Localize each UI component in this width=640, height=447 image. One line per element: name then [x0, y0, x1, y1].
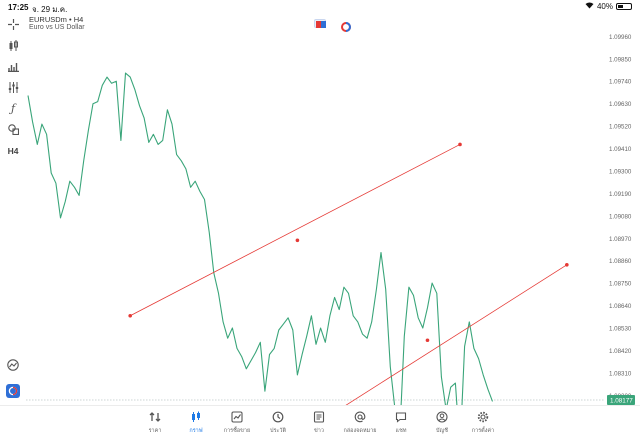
nav-label: กล่องจดหมาย — [343, 428, 377, 434]
price-tick-label: 1.09740 — [609, 79, 632, 86]
status-bar: 17:25 จ. 29 ม.ค. 40% — [0, 0, 640, 14]
trendline-anchor — [565, 262, 569, 267]
price-tick-label: 1.09630 — [609, 101, 632, 108]
indicators-icon[interactable] — [6, 80, 20, 94]
battery-percent: 40% — [596, 2, 613, 11]
nav-item-settings[interactable]: การตั้งค่า — [461, 410, 505, 435]
account-icon — [420, 410, 464, 424]
price-tick-label: 1.09960 — [609, 34, 632, 41]
price-tick-label: 1.09410 — [609, 146, 632, 153]
left-toolbar: ƒ H4 — [0, 14, 26, 404]
price-tick-label: 1.08860 — [609, 258, 632, 265]
price-chart[interactable]: 1.09960 1.09850 1.09740 1.09630 1.09520 1.094… — [26, 14, 640, 424]
price-tick-label: 1.09520 — [609, 124, 632, 131]
nav-label: การซื้อขาย — [223, 428, 251, 434]
chart-history-icon[interactable] — [6, 358, 20, 372]
history-icon — [256, 410, 300, 424]
crosshair-icon[interactable] — [6, 17, 20, 31]
nav-label: แชท — [395, 428, 407, 434]
news-icon — [297, 410, 341, 424]
price-tick-label: 1.08640 — [609, 303, 632, 310]
nav-item-mailbox[interactable]: กล่องจดหมาย — [338, 410, 382, 435]
settings-icon — [461, 410, 505, 424]
nav-item-trade[interactable]: การซื้อขาย — [215, 410, 259, 435]
nav-item-news[interactable]: ข่าว — [297, 410, 341, 435]
nav-label: บัญชี — [436, 428, 448, 434]
price-tick-label: 1.09080 — [609, 213, 632, 220]
price-tick-label: 1.08420 — [609, 348, 632, 355]
trendline-anchor — [458, 142, 462, 147]
wifi-icon — [585, 2, 594, 11]
nav-item-account[interactable]: บัญชี — [420, 410, 464, 435]
nav-label: การตั้งค่า — [471, 428, 495, 434]
price-tick-label: 1.08750 — [609, 281, 632, 288]
price-axis: 1.09960 1.09850 1.09740 1.09630 1.09520 1.094… — [609, 34, 632, 400]
chat-icon — [379, 410, 423, 424]
battery-fill — [618, 5, 623, 8]
nav-item-quotes[interactable]: ราคา — [133, 410, 177, 435]
nav-label: ข่าว — [314, 428, 324, 434]
nav-item-history[interactable]: ประวัติ — [256, 410, 300, 435]
current-price-value: 1.08177 — [610, 398, 633, 405]
candles-icon[interactable] — [6, 38, 20, 52]
mailbox-icon — [338, 410, 382, 424]
nav-item-chat[interactable]: แชท — [379, 410, 423, 435]
objects-icon[interactable] — [6, 122, 20, 136]
price-tick-label: 1.09850 — [609, 56, 632, 63]
price-tick-label: 1.08310 — [609, 370, 632, 377]
status-right: 40% — [585, 2, 632, 11]
bottom-nav: ราคา กราฟ การซื้อขาย ประวัติ ข่าว กล่องจดหมาย… — [0, 405, 640, 447]
bars-icon[interactable] — [6, 59, 20, 73]
trendlines[interactable] — [128, 142, 569, 424]
status-time: 17:25 — [8, 3, 29, 12]
trendline-anchor — [425, 338, 430, 343]
function-icon[interactable]: ƒ — [6, 101, 20, 115]
price-tick-label: 1.08970 — [609, 236, 632, 243]
battery-icon — [616, 3, 632, 10]
trade-icon — [215, 410, 259, 424]
exness-logo-icon[interactable] — [6, 384, 20, 398]
chart-icon — [174, 410, 218, 424]
nav-label: ประวัติ — [269, 428, 287, 434]
price-tick-label: 1.09190 — [609, 191, 632, 198]
nav-item-chart[interactable]: กราฟ — [174, 410, 218, 435]
nav-label: ราคา — [148, 428, 162, 434]
price-tick-label: 1.08530 — [609, 326, 632, 333]
trendline-anchor — [295, 238, 300, 243]
price-tick-label: 1.09300 — [609, 168, 632, 175]
timeframe-label[interactable]: H4 — [6, 144, 20, 158]
nav-label: กราฟ — [189, 428, 203, 434]
current-price-tag: 1.08177 — [607, 395, 635, 405]
trendline-anchor — [128, 313, 132, 318]
quotes-icon — [133, 410, 177, 424]
